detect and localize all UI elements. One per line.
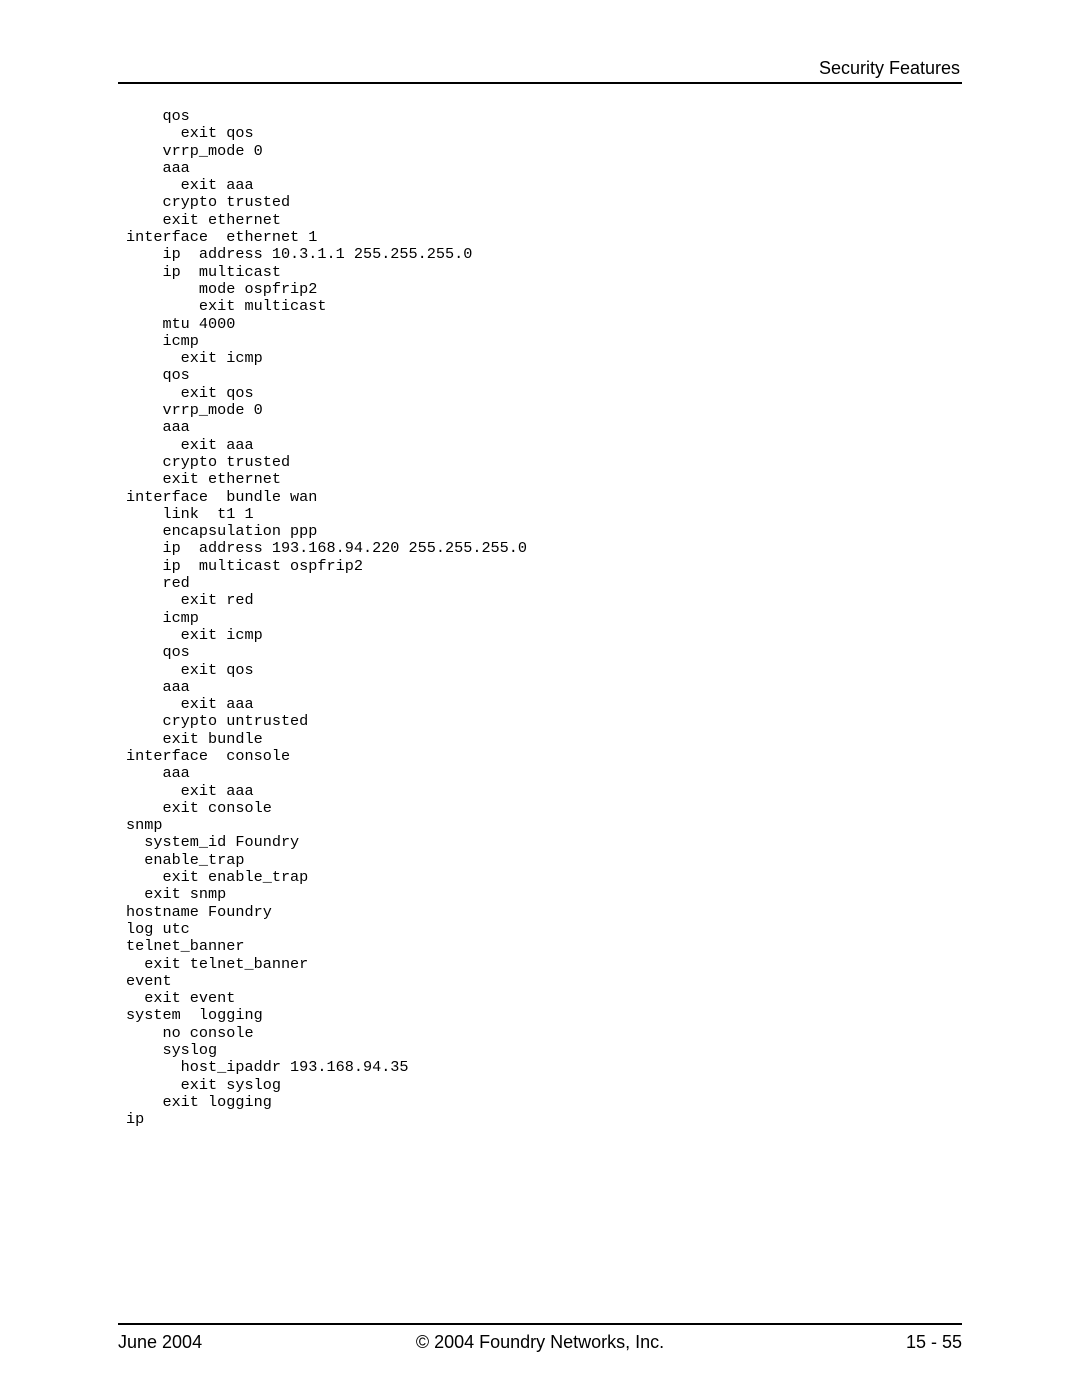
footer-page-number: 15 - 55 (906, 1332, 962, 1353)
footer-copyright: © 2004 Foundry Networks, Inc. (118, 1332, 962, 1353)
footer-rule (118, 1323, 962, 1325)
page-header-title: Security Features (819, 58, 960, 79)
config-code-block: qos exit qos vrrp_mode 0 aaa exit aaa cr… (126, 108, 960, 1129)
page: Security Features qos exit qos vrrp_mode… (0, 0, 1080, 1397)
page-footer: June 2004 © 2004 Foundry Networks, Inc. … (118, 1332, 962, 1353)
header-rule (118, 82, 962, 84)
footer-date: June 2004 (118, 1332, 202, 1353)
